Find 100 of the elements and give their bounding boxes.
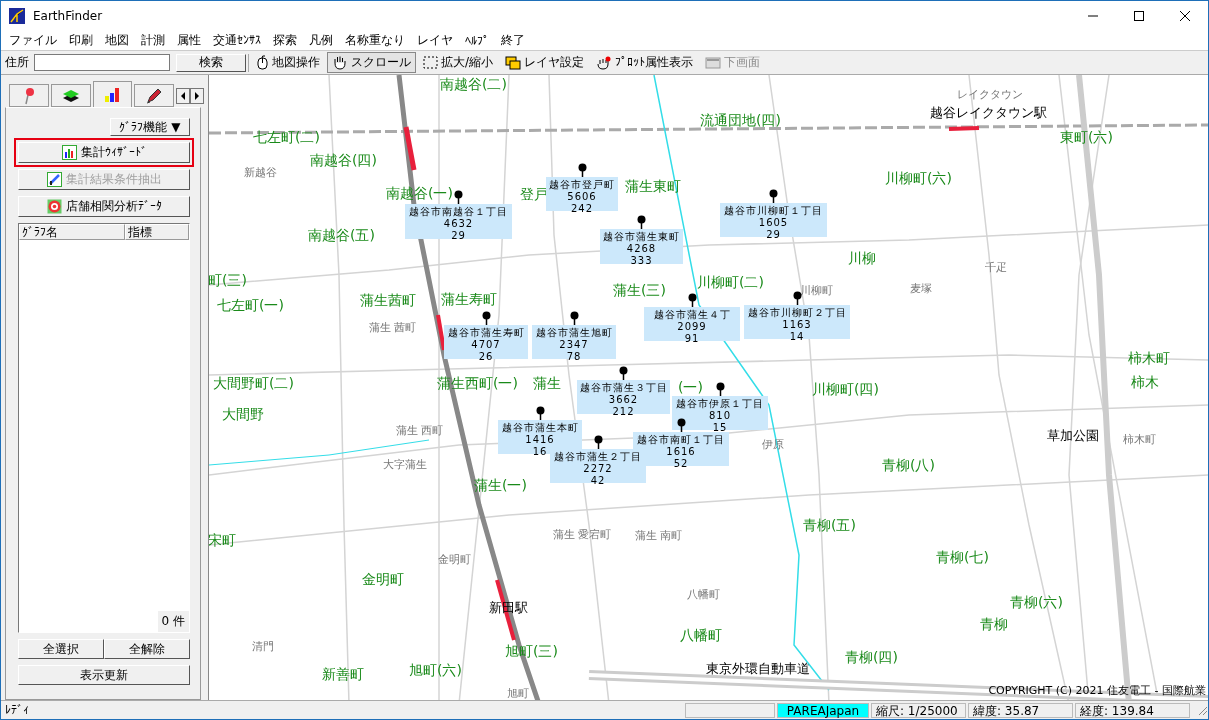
resize-grip-icon [1196,704,1208,716]
map-label: 蒲生 南町 [635,530,683,541]
map-label: 清門 [252,641,274,652]
item-count: 0 件 [157,611,189,632]
bar-chart-icon [104,86,121,103]
menu-item[interactable]: レイヤ [411,32,459,49]
map-label: 蒲生西町(一) [437,376,518,390]
scroll-right-button[interactable] [190,88,204,104]
map-label: 蒲生(三) [613,283,666,297]
map-label: 蒲生 西町 [396,425,444,436]
toolbar-button[interactable]: ﾌﾟﾛｯﾄ属性表示 [591,52,699,73]
left-triangle-icon [180,92,187,100]
callout-name: 越谷市蒲生本町 [501,422,579,434]
callout-value: 42 [590,475,606,487]
search-button[interactable]: 検索 [176,53,246,72]
callout-value: 810 [708,410,732,422]
address-field[interactable] [34,54,170,71]
map-label: 南越谷(二) [440,77,507,91]
copyright-text: COPYRIGHT (C) 2021 住友電工 - 国際航業 [988,683,1206,698]
graph-menu-button[interactable]: ｸﾞﾗﾌ機能 ▼ [110,118,190,136]
callout-value: 2099 [677,321,707,333]
scale-label: 縮尺: 1/25000 [871,702,966,718]
map-label: 金明町 [362,572,404,586]
bar-chart-icon [61,145,77,160]
callout-value: 4632 [443,218,474,230]
deselect-all-button[interactable]: 全解除 [104,639,190,659]
map-label: 新越谷 [244,167,277,178]
menu-item[interactable]: 計測 [135,32,171,49]
menu-item[interactable]: ファイル [3,32,63,49]
callout-name: 越谷市伊原１丁目 [676,398,764,410]
panel-tab[interactable] [134,84,175,107]
panel-tab[interactable] [50,84,91,107]
map-label: (一) [678,380,703,394]
map-label: 柿木 [1131,375,1159,389]
maximize-icon [1134,11,1144,21]
callout-value: 91 [684,333,700,345]
column-header[interactable]: ｸﾞﾗﾌ名 [19,224,125,240]
map-label: 川柳町(四) [812,382,879,396]
callout-value: 15 [712,422,728,434]
callout-value: 78 [566,351,582,363]
map-label: 蒲生 愛宕町 [553,529,612,540]
pencil-icon [145,86,164,105]
address-label: 住所 [5,54,29,71]
close-icon [1180,11,1190,21]
map-label: 麦塚 [910,283,932,294]
map-label: 草加公園 [1047,429,1099,442]
menu-item[interactable]: 名称重なり [339,32,411,49]
map-label: 蒲生寿町 [441,292,497,306]
callout-value: 3662 [608,394,639,406]
toolbar-button[interactable]: スクロール [327,52,416,73]
map-label: 南越谷(四) [310,153,377,167]
column-header[interactable]: 指標 [124,224,189,240]
callout-value: 1616 [666,446,696,458]
map-label: 八幡町 [687,589,720,600]
callout-value: 2272 [583,463,613,475]
map-label: 柿木町 [1128,351,1170,365]
window-icon [705,56,722,69]
panel-button[interactable]: 集計ｳｨｻﾞｰﾄﾞ [18,142,190,163]
map-label: 青柳(七) [936,550,989,564]
callout-name: 越谷市蒲生３丁目 [579,382,668,394]
map-label: 大間野 [222,407,264,421]
callout-value: 4268 [626,243,657,255]
map-label: 蒲生 茜町 [369,322,417,333]
hand-pointer-icon [596,55,613,70]
map-label: 八幡町 [680,628,722,642]
map-label: 大間野町(二) [213,376,294,390]
menu-item[interactable]: 終了 [495,32,531,49]
refresh-button[interactable]: 表示更新 [18,665,190,685]
map-label: 七左町(二) [253,130,320,144]
map-label: 川柳町(二) [697,275,764,289]
scroll-left-button[interactable] [176,88,191,104]
menu-item[interactable]: 属性 [171,32,207,49]
panel-tab[interactable] [92,81,133,107]
map-label: 町(三) [209,273,247,287]
menu-item[interactable]: 印刷 [63,32,99,49]
map-label: 七左町(一) [217,298,284,312]
map-label: 青柳(四) [845,650,898,664]
longitude-label: 経度: 139.84 [1075,702,1190,718]
menu-item[interactable]: 交通ｾﾝｻｽ [207,32,267,49]
target-icon [46,199,62,214]
menu-item[interactable]: 探索 [267,32,303,49]
app-logo-icon [9,8,25,24]
map-label: 流通団地(四) [700,113,781,127]
toolbar-button[interactable]: レイヤ設定 [500,52,590,73]
map-label: 千疋 [985,262,1007,273]
menu-item[interactable]: 地図 [99,32,135,49]
map-label: 登戸 [520,187,548,201]
menu-item[interactable]: ﾍﾙﾌﾟ [459,33,495,48]
select-all-button[interactable]: 全選択 [18,639,104,659]
toolbar-button[interactable]: 地図操作 [251,52,325,73]
hand-icon [332,55,348,70]
callout-value: 1163 [782,319,812,331]
panel-button[interactable]: 店舗相関分析ﾃﾞｰﾀ [18,196,190,217]
toolbar-button[interactable]: 拡大/縮小 [418,52,499,73]
map-label: 東京外環自動車道 [706,662,810,675]
map-label: 柿木町 [1123,434,1156,445]
callout-value: 212 [612,406,635,418]
map-label: レイクタウン [957,89,1023,100]
menu-item[interactable]: 凡例 [303,32,339,49]
window-title: EarthFinder [33,9,104,23]
